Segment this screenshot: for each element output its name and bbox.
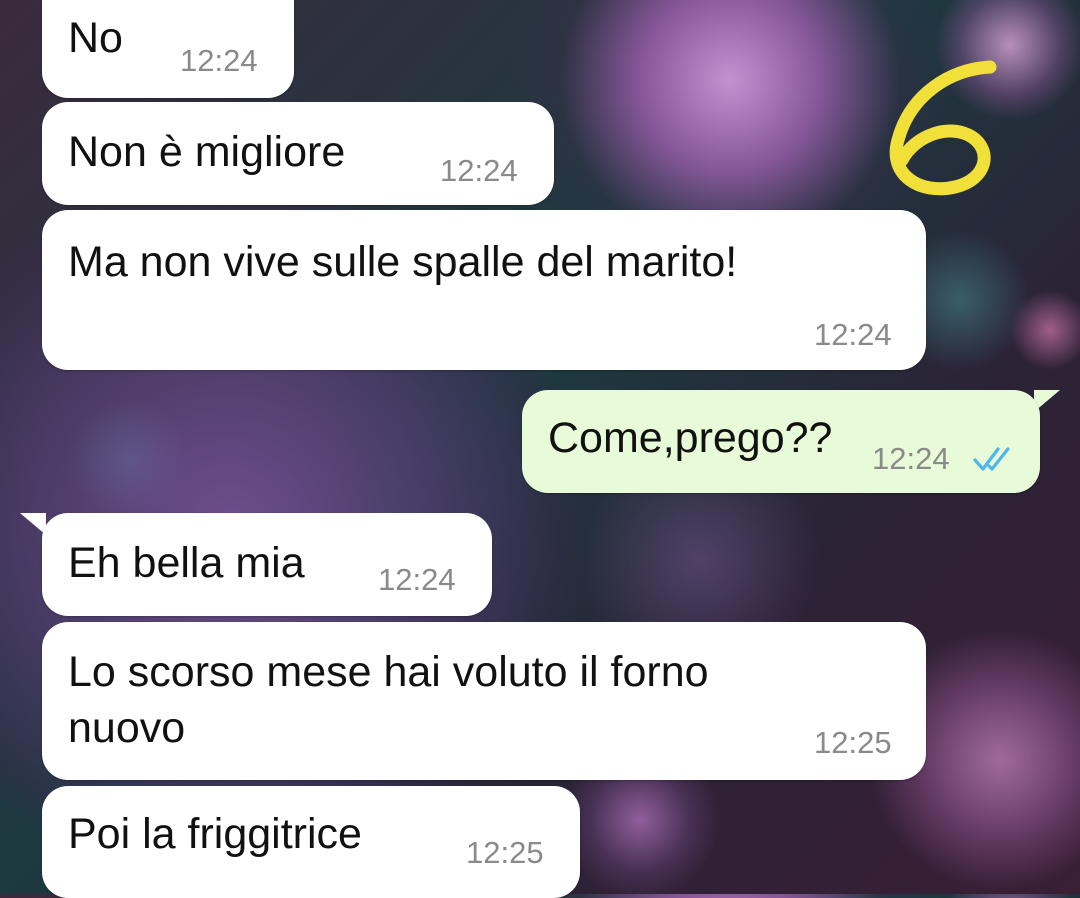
message-text: Poi la friggitrice bbox=[68, 810, 362, 858]
message-bubble-incoming[interactable]: Eh bella mia 12:24 bbox=[42, 513, 492, 616]
message-bubble-incoming[interactable]: Ma non vive sulle spalle del marito! 12:… bbox=[42, 210, 926, 370]
message-bubble-incoming[interactable]: Non è migliore 12:24 bbox=[42, 102, 554, 205]
message-text: Come,prego?? bbox=[548, 414, 833, 462]
message-time: 12:25 bbox=[814, 725, 892, 760]
message-text: Lo scorso mese hai voluto il forno nuovo bbox=[68, 648, 709, 752]
message-text: Ma non vive sulle spalle del marito! bbox=[68, 238, 738, 286]
message-text: Non è migliore bbox=[68, 128, 346, 176]
message-bubble-incoming[interactable]: Lo scorso mese hai voluto il forno nuovo… bbox=[42, 622, 926, 780]
message-time: 12:24 bbox=[440, 153, 518, 188]
message-bubble-incoming[interactable]: No 12:24 bbox=[42, 0, 294, 98]
message-time: 12:25 bbox=[466, 835, 544, 870]
message-bubble-incoming[interactable]: Poi la friggitrice 12:25 bbox=[42, 786, 580, 898]
double-check-read-icon bbox=[973, 447, 1010, 471]
message-text: Eh bella mia bbox=[68, 539, 305, 587]
message-time: 12:24 bbox=[814, 317, 892, 352]
message-text: No bbox=[68, 14, 123, 62]
message-time: 12:24 bbox=[872, 441, 950, 476]
message-bubble-outgoing[interactable]: Come,prego?? 12:24 bbox=[522, 390, 1040, 493]
message-time: 12:24 bbox=[180, 43, 258, 78]
handwritten-number-annotation bbox=[889, 60, 997, 196]
message-time: 12:24 bbox=[378, 562, 456, 597]
